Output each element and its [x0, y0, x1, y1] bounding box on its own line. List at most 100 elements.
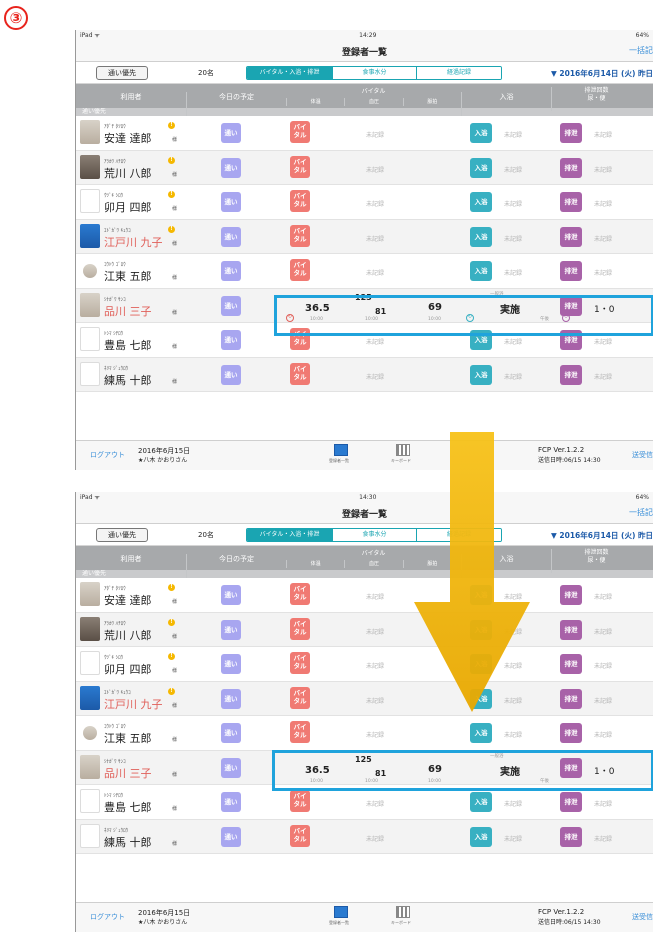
- bath-button[interactable]: 入浴: [470, 157, 492, 178]
- tab-category-0[interactable]: バイタル・入浴・排泄: [247, 529, 333, 541]
- alert-icon: !: [168, 618, 175, 626]
- excretion-button[interactable]: 排泄: [560, 826, 582, 847]
- excretion-unrecorded: 未記録: [594, 201, 613, 208]
- user-name[interactable]: 荒川 八郎: [104, 627, 152, 643]
- tab-category-1[interactable]: 食事水分: [333, 67, 417, 79]
- column-plan: 今日の予定: [186, 554, 286, 578]
- table-row[interactable]: ｱﾗｶﾜ ﾊﾁﾛｳ荒川 八郎様!通いバイ タル未記録入浴未記録排泄未記録: [76, 612, 653, 647]
- user-list-tab-icon[interactable]: [334, 906, 348, 918]
- table-row[interactable]: ﾈﾘﾏ ｼﾞｭｳﾛｳ 練馬 十郎 様 通い バイ タル 未記録 入浴 未記録 排泄 未記録: [76, 357, 653, 392]
- excretion-button[interactable]: 排泄: [560, 364, 582, 385]
- sort-button[interactable]: 通い優先: [96, 528, 148, 542]
- bath-button[interactable]: 入浴: [470, 826, 492, 847]
- user-name[interactable]: 練馬 十郎: [104, 834, 152, 850]
- tab-category-0[interactable]: バイタル・入浴・排泄: [247, 67, 333, 79]
- bath-button[interactable]: 入浴: [470, 723, 492, 743]
- table-row[interactable]: ｳﾂﾞｷ ｼﾛｳ卯月 四郎様!通いバイ タル未記録入浴未記録排泄未記録: [76, 647, 653, 682]
- excretion-button[interactable]: 排泄: [560, 192, 582, 212]
- avatar: [80, 789, 100, 813]
- excretion-unrecorded: 未記録: [594, 235, 613, 243]
- excretion-button[interactable]: 排泄: [560, 157, 582, 178]
- user-name[interactable]: 江戸川 九子: [104, 234, 163, 250]
- user-kana: ｴﾄﾞｶﾞﾜ ｷｭｳｺ: [104, 227, 131, 234]
- excretion-button[interactable]: 排泄: [560, 226, 582, 247]
- table-row[interactable]: ｴﾄﾞｶﾞﾜ ｷｭｳｺ 江戸川 九子様! 通い バイ タル 未記録 入浴 未記録 排泄 未記録: [76, 219, 653, 254]
- table-row[interactable]: ｴﾄﾞｶﾞﾜ ｷｭｳｺ 江戸川 九子様! 通い バイ タル 未記録 入浴 未記録 排泄 未記録: [76, 681, 653, 716]
- vital-button[interactable]: バイ タル: [290, 824, 310, 847]
- user-name[interactable]: 品川 三子: [104, 303, 152, 319]
- user-name[interactable]: 品川 三子: [104, 765, 152, 781]
- alert-icon: !: [168, 191, 175, 198]
- vital-button[interactable]: バイ タル: [290, 686, 310, 709]
- table-row[interactable]: ｱﾀﾞﾁ ﾀﾂﾛｳ安達 達郎様!通いバイ タル未記録入浴未記録排泄未記録: [76, 116, 653, 151]
- vital-button[interactable]: バイ タル: [290, 155, 310, 178]
- tab-category-1[interactable]: 食事水分: [333, 529, 417, 541]
- sync-button[interactable]: 送受信: [632, 450, 653, 460]
- user-name[interactable]: 練馬 十郎: [104, 372, 152, 388]
- vital-button[interactable]: バイ タル: [290, 617, 310, 640]
- bath-button[interactable]: 入浴: [470, 226, 492, 247]
- screenshot-after: iPad ᯤ 14:30 64% 登録者一覧 一括記 通い優先 20名 バイタル・入浴・排泄食…: [75, 492, 653, 932]
- user-name[interactable]: 江東 五郎: [104, 730, 152, 746]
- excretion-button[interactable]: 排泄: [560, 123, 582, 143]
- date-selector[interactable]: ▼ 2016年6月14日 (火) 昨日: [551, 68, 653, 79]
- excretion-button[interactable]: 排泄: [560, 619, 582, 640]
- date-selector[interactable]: ▼ 2016年6月14日 (火) 昨日: [551, 530, 653, 541]
- bottom-bar: ログアウト 2016年6月15日 ★八木 かおりさん 登録者一覧 キーボード FCP Ve…: [76, 440, 653, 470]
- user-name[interactable]: 安達 達郎: [104, 592, 152, 608]
- vital-button[interactable]: バイ タル: [290, 583, 310, 605]
- table-row[interactable]: ｳﾂﾞｷ ｼﾛｳ卯月 四郎様!通いバイ タル未記録入浴未記録排泄未記録: [76, 185, 653, 220]
- bath-button[interactable]: 入浴: [470, 792, 492, 812]
- excretion-button[interactable]: 排泄: [560, 585, 582, 605]
- sort-button[interactable]: 通い優先: [96, 66, 148, 80]
- honorific: 様: [172, 137, 178, 143]
- user-name[interactable]: 卯月 四郎: [104, 661, 152, 677]
- table-row[interactable]: ｺｳﾄｳ ｺﾞﾛｳ 江東 五郎 様 通い バイ タル 未記録 入浴 未記録 排泄 未記録: [76, 716, 653, 751]
- vital-button[interactable]: バイ タル: [290, 190, 310, 212]
- honorific: 様: [172, 771, 178, 778]
- avatar: [80, 223, 100, 248]
- user-name[interactable]: 江東 五郎: [104, 268, 152, 284]
- vital-button[interactable]: バイ タル: [290, 121, 310, 143]
- vital-button[interactable]: バイ タル: [290, 259, 310, 281]
- user-name[interactable]: 豊島 七郎: [104, 799, 152, 815]
- table-row[interactable]: ﾈﾘﾏ ｼﾞｭｳﾛｳ 練馬 十郎 様 通い バイ タル 未記録 入浴 未記録 排泄 未記録: [76, 819, 653, 854]
- bath-button[interactable]: 入浴: [470, 364, 492, 385]
- user-name[interactable]: 安達 達郎: [104, 130, 152, 146]
- sync-button[interactable]: 送受信: [632, 912, 653, 922]
- user-name[interactable]: 荒川 八郎: [104, 165, 152, 181]
- user-name[interactable]: 豊島 七郎: [104, 337, 152, 353]
- user-name[interactable]: 卯月 四郎: [104, 199, 152, 215]
- vital-unrecorded: 未記録: [366, 594, 385, 601]
- excretion-button[interactable]: 排泄: [560, 792, 582, 812]
- step-badge: ③: [4, 6, 28, 30]
- user-name[interactable]: 江戸川 九子: [104, 696, 163, 712]
- logout-button[interactable]: ログアウト: [90, 450, 125, 460]
- vital-button[interactable]: バイ タル: [290, 362, 310, 385]
- table-row[interactable]: ｺｳﾄｳ ｺﾞﾛｳ 江東 五郎 様 通い バイ タル 未記録 入浴 未記録 排泄 未記録: [76, 254, 653, 289]
- user-list-tab-icon[interactable]: [334, 444, 348, 456]
- vital-button[interactable]: バイ タル: [290, 652, 310, 674]
- bath-button[interactable]: 入浴: [470, 123, 492, 143]
- vital-button[interactable]: バイ タル: [290, 790, 310, 812]
- table-row[interactable]: ｱﾀﾞﾁ ﾀﾂﾛｳ安達 達郎様!通いバイ タル未記録入浴未記録排泄未記録: [76, 578, 653, 613]
- excretion-button[interactable]: 排泄: [560, 723, 582, 743]
- keyboard-tab-icon[interactable]: [396, 906, 410, 918]
- avatar: [83, 726, 97, 740]
- table-row[interactable]: ｱﾗｶﾜ ﾊﾁﾛｳ荒川 八郎様!通いバイ タル未記録入浴未記録排泄未記録: [76, 150, 653, 185]
- excretion-unrecorded: 未記録: [594, 270, 613, 277]
- excretion-button[interactable]: 排泄: [560, 654, 582, 674]
- vital-button[interactable]: バイ タル: [290, 224, 310, 247]
- vital-button[interactable]: バイ タル: [290, 721, 310, 743]
- avatar: [80, 292, 100, 317]
- tab-category-2[interactable]: 経過記録: [417, 67, 501, 79]
- bulk-record-button[interactable]: 一括記: [629, 45, 653, 56]
- bath-button[interactable]: 入浴: [470, 261, 492, 281]
- bulk-record-button[interactable]: 一括記: [629, 507, 653, 518]
- excretion-button[interactable]: 排泄: [560, 261, 582, 281]
- logout-button[interactable]: ログアウト: [90, 912, 125, 922]
- keyboard-tab-icon[interactable]: [396, 444, 410, 456]
- excretion-button[interactable]: 排泄: [560, 688, 582, 709]
- vital-unrecorded: 未記録: [366, 235, 385, 243]
- bath-button[interactable]: 入浴: [470, 192, 492, 212]
